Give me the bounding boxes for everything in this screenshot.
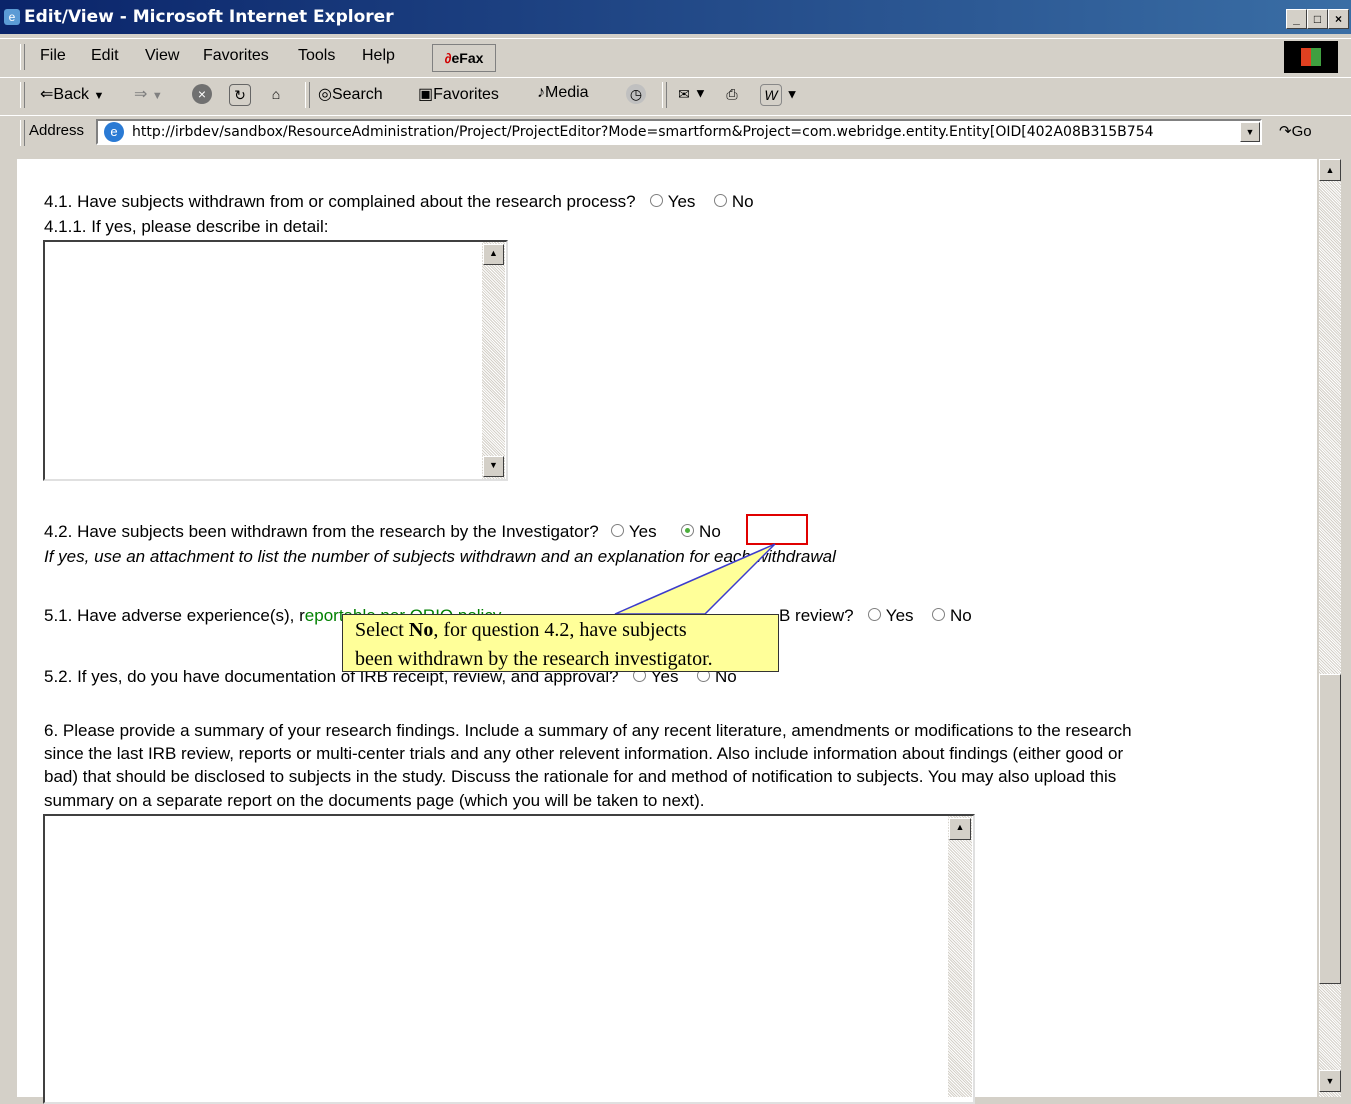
- question-6-line-4: summary on a separate report on the docu…: [44, 791, 705, 810]
- question-6-line-2: since the last IRB review, reports or mu…: [44, 744, 1124, 763]
- callout-pre: Select: [355, 619, 409, 641]
- instruction-callout: Select No, for question 4.2, have subjec…: [342, 614, 779, 672]
- callout-line-2: been withdrawn by the research investiga…: [355, 648, 713, 670]
- question-6-line-3: bad) that should be disclosed to subject…: [44, 767, 1117, 786]
- q6-textarea-scrollbar[interactable]: [948, 816, 972, 1097]
- callout-bold: No: [408, 619, 434, 641]
- question-6-line-1: 6. Please provide a summary of your rese…: [44, 721, 1132, 740]
- chevron-up-icon: ▲: [955, 822, 965, 832]
- callout-post: , for question 4.2, have subjects: [433, 619, 687, 641]
- callout-pointer-shape: [614, 543, 776, 615]
- q6-scroll-up[interactable]: ▲: [949, 818, 971, 840]
- q6-textarea[interactable]: [43, 814, 975, 1104]
- callout-line-1: Select No, for question 4.2, have subjec…: [355, 616, 766, 645]
